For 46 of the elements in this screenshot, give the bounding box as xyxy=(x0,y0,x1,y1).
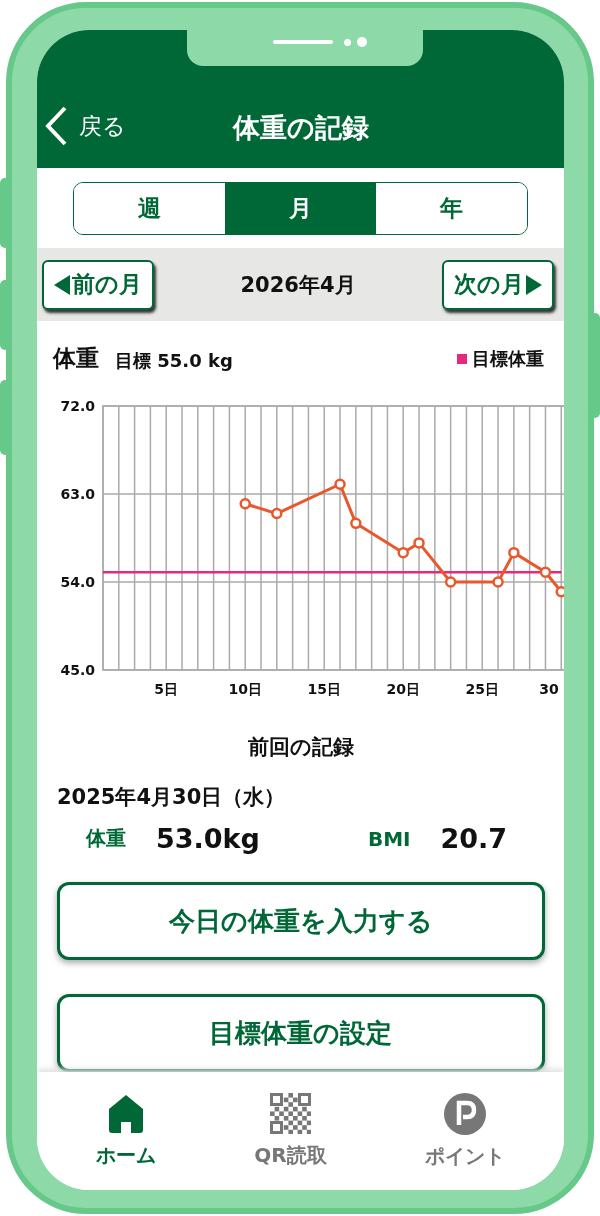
target-weight-text: 目標 55.0 kg xyxy=(115,348,233,373)
legend-label: 目標体重 xyxy=(472,346,544,371)
chart-title: 体重 xyxy=(53,344,99,373)
nav-tab[interactable]: ポイント xyxy=(424,1092,505,1170)
data-point xyxy=(349,517,362,530)
page-title: 体重の記録 xyxy=(232,111,369,145)
nav-tab[interactable]: QR読取 xyxy=(254,1093,327,1169)
data-point xyxy=(333,478,346,490)
period-tab[interactable]: 月 xyxy=(225,183,376,235)
record-date: 2025年4月30日（水） xyxy=(57,784,287,811)
nav-tab[interactable]: ホーム xyxy=(96,1093,157,1169)
left-triangle-icon xyxy=(54,274,70,295)
weight-value: 53.0kg xyxy=(156,823,260,854)
axis-label: 63.0 xyxy=(59,486,95,502)
right-triangle-icon xyxy=(526,274,542,295)
action-button[interactable]: 目標体重の設定 xyxy=(56,994,545,1072)
action-button[interactable]: 今日の体重を入力する xyxy=(56,882,545,960)
axis-label: 54.0 xyxy=(59,574,95,590)
axis-label: 20日 xyxy=(386,681,420,697)
back-button[interactable]: 戻る xyxy=(45,106,126,146)
data-point xyxy=(507,546,520,559)
axis-label: 15日 xyxy=(307,681,341,697)
house-icon xyxy=(108,1093,145,1134)
data-point xyxy=(397,546,409,559)
qr-code-icon xyxy=(270,1093,311,1134)
previous-month-button[interactable]: 前の月 xyxy=(42,259,154,310)
bmi-label: BMI xyxy=(367,826,411,851)
data-point xyxy=(539,566,551,578)
axis-label: 10日 xyxy=(228,681,262,697)
data-point xyxy=(412,537,425,549)
back-chevron-icon xyxy=(45,106,67,146)
point-coin-icon xyxy=(443,1092,486,1135)
axis-label: 30 xyxy=(538,681,559,697)
axis-label: 45.0 xyxy=(59,662,95,678)
axis-label: 25日 xyxy=(465,681,499,697)
weight-label: 体重 xyxy=(86,825,126,852)
data-point xyxy=(444,576,456,588)
data-point xyxy=(238,498,251,510)
bmi-value: 20.7 xyxy=(440,823,508,854)
data-point xyxy=(270,507,283,520)
next-month-button[interactable]: 次の月 xyxy=(442,259,554,310)
axis-label: 5日 xyxy=(153,681,178,697)
data-point xyxy=(491,576,504,588)
section-heading: 前回の記録 xyxy=(247,734,354,761)
current-month: 2026年4月 xyxy=(240,271,356,299)
axis-label: 72.0 xyxy=(59,398,95,414)
